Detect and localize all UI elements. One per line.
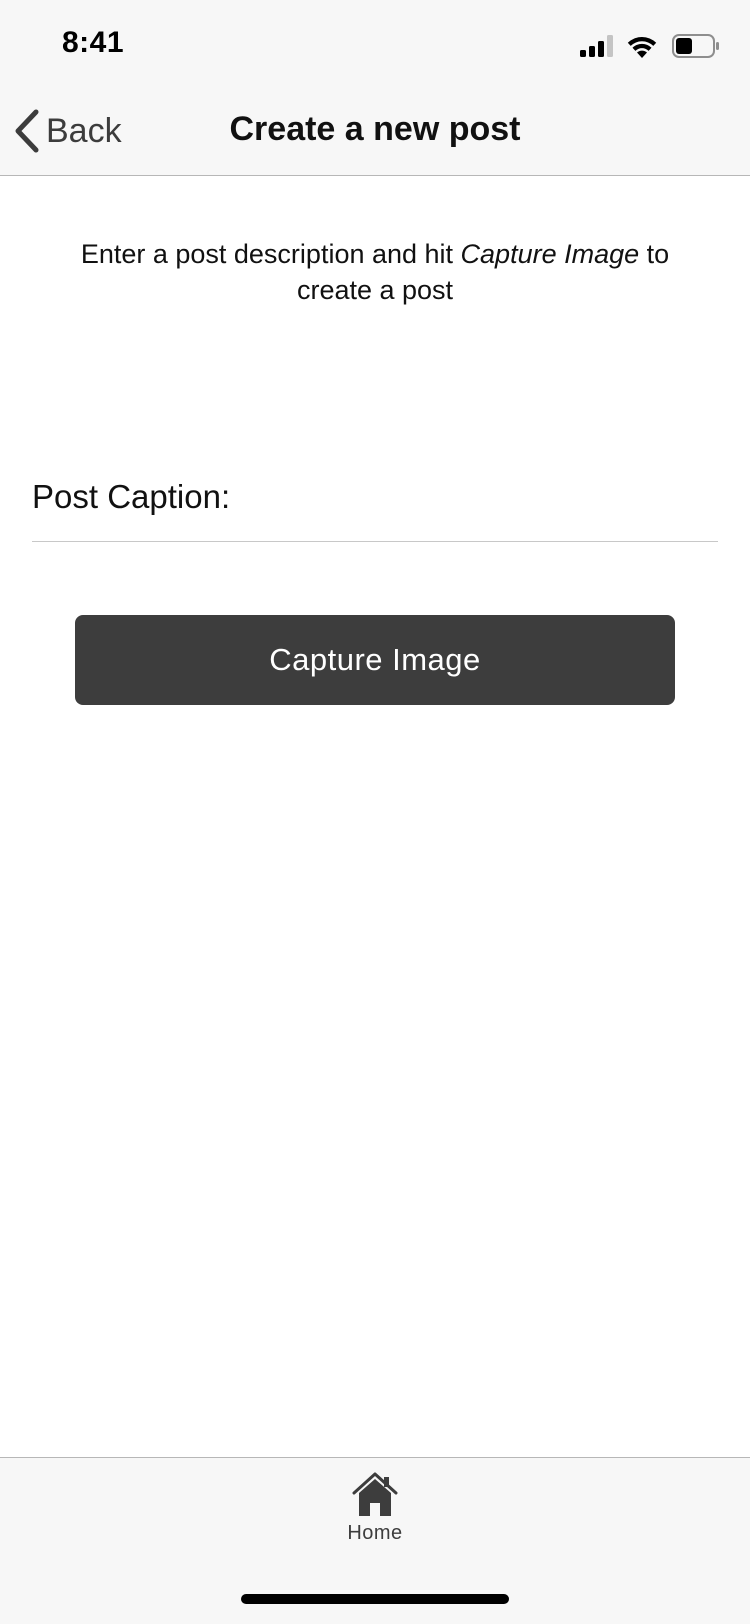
instructions-text: Enter a post description and hit Capture… (40, 236, 710, 308)
page-title: Create a new post (229, 110, 521, 148)
create-post-screen: 8:41 Back Create a new post Enter a post… (0, 0, 750, 1624)
home-icon (352, 1472, 398, 1516)
instructions-emphasis: Capture Image (460, 239, 640, 269)
instructions-before: Enter a post description and hit (80, 239, 461, 269)
tab-bar: Home (0, 1457, 750, 1624)
status-icons (580, 30, 720, 62)
signal-icon (580, 35, 613, 57)
post-caption-field: Post Caption: (32, 472, 718, 542)
status-time: 8:41 (62, 26, 125, 59)
top-chrome: 8:41 Back Create a new post (0, 0, 750, 176)
wifi-icon (627, 37, 657, 58)
home-indicator (241, 1594, 509, 1604)
tab-home-label: Home (347, 1522, 403, 1544)
capture-image-button[interactable]: Capture Image (75, 615, 675, 705)
post-caption-input[interactable] (240, 472, 718, 522)
post-caption-label: Post Caption: (32, 478, 231, 515)
tab-home[interactable]: Home (325, 1472, 425, 1562)
battery-icon (672, 34, 719, 58)
